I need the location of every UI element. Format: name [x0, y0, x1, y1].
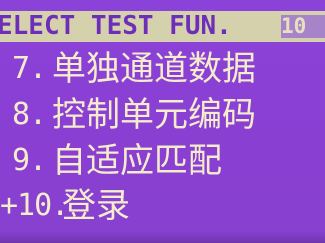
menu-item-adaptation[interactable]: 9. 自适应匹配	[0, 139, 325, 183]
menu-item-number: +10.	[0, 188, 69, 223]
device-screen: ELECT TEST FUN. 10 7. 单独通道数据 8. 控制单元编码 9…	[0, 0, 325, 243]
title-bar: ELECT TEST FUN. 10	[0, 11, 325, 42]
screen-title: ELECT TEST FUN.	[0, 11, 232, 41]
menu-item-label: 自适应匹配	[52, 141, 222, 181]
menu-item-login[interactable]: +10. 登录	[0, 184, 325, 228]
menu-item-number: 9.	[12, 143, 47, 178]
menu-item-label: 控制单元编码	[52, 95, 256, 135]
menu-item-label: 单独通道数据	[52, 49, 256, 89]
menu-item-number: 8.	[12, 97, 47, 132]
menu-item-control-unit-coding[interactable]: 8. 控制单元编码	[0, 93, 325, 137]
menu-item-label: 登录	[62, 186, 130, 226]
title-counter: 10	[281, 15, 325, 38]
menu-item-single-channel-data[interactable]: 7. 单独通道数据	[0, 47, 325, 91]
screen-bottom-edge	[0, 231, 325, 243]
menu-item-number: 7.	[12, 51, 47, 86]
